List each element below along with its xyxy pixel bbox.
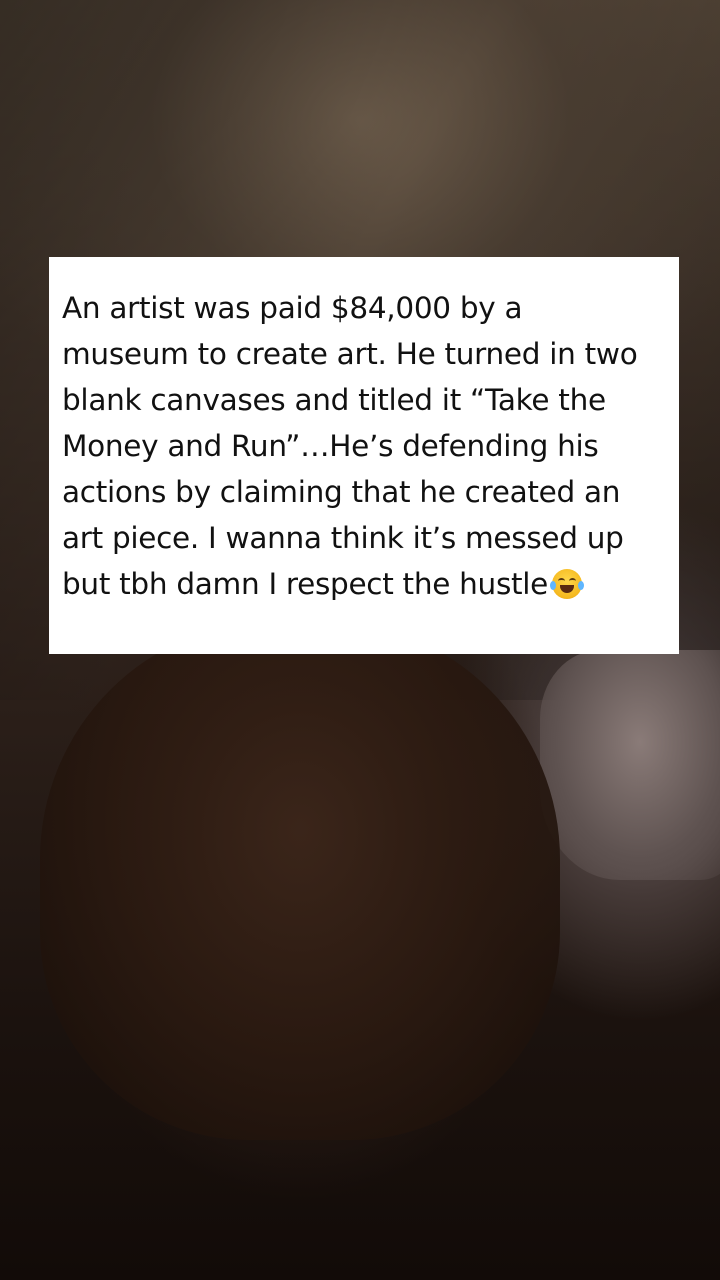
text-overlay-card: An artist was paid $84,000 by a museum t… <box>49 257 679 654</box>
tear-left <box>550 581 557 590</box>
background-pillow <box>540 650 720 880</box>
tear-right <box>578 581 585 590</box>
face-with-tears-of-joy-icon <box>550 569 585 599</box>
post-text: An artist was paid $84,000 by a museum t… <box>62 285 667 607</box>
emoji-mouth <box>560 585 575 593</box>
person-face <box>40 620 560 1140</box>
video-background: An artist was paid $84,000 by a museum t… <box>0 0 720 1280</box>
post-text-body: An artist was paid $84,000 by a museum t… <box>62 291 638 601</box>
